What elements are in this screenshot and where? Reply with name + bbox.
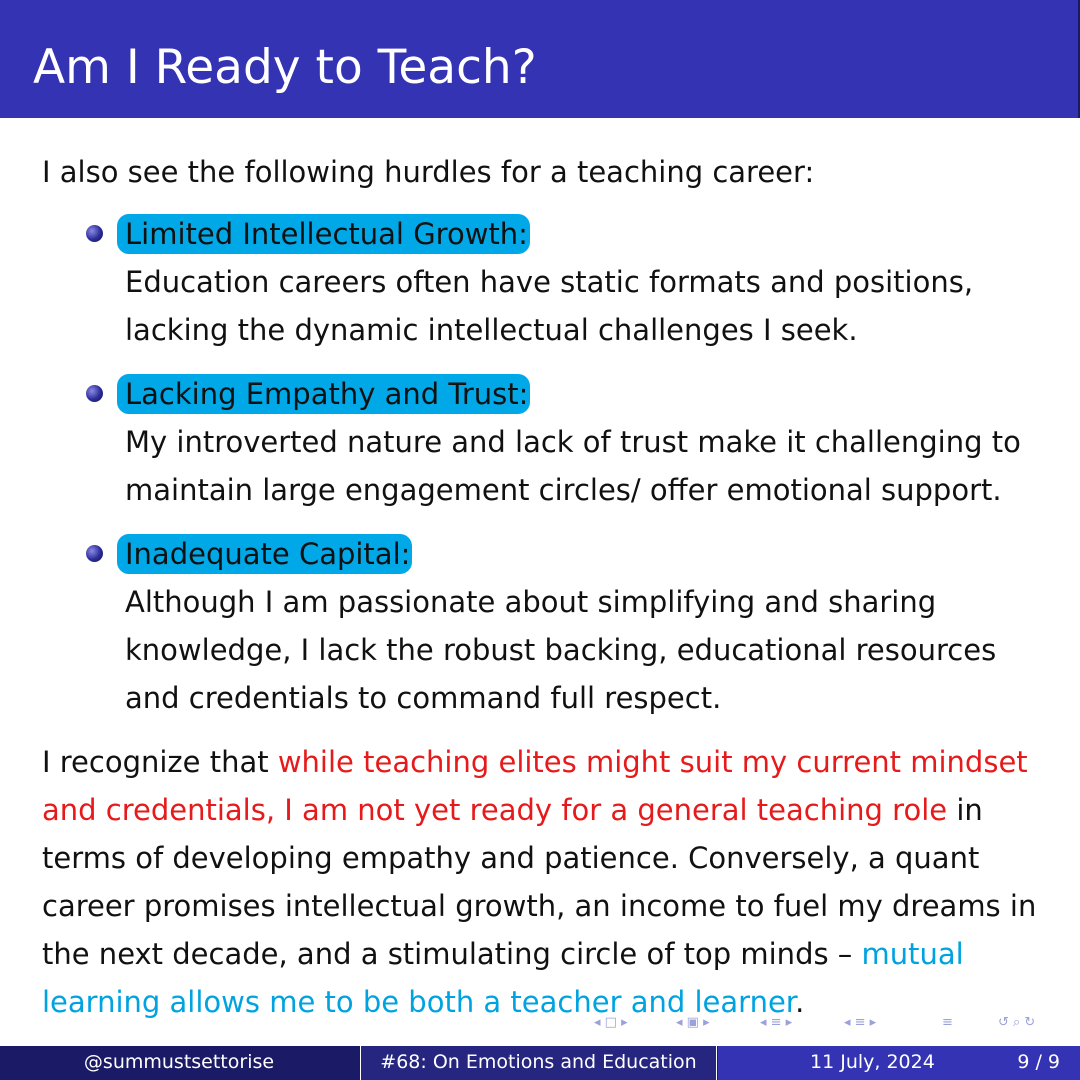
item-heading: Inadequate Capital: bbox=[117, 534, 413, 574]
appendix-icon[interactable]: ≡ bbox=[942, 1015, 953, 1030]
title-bar: Am I Ready to Teach? bbox=[0, 0, 1080, 118]
frame-icon[interactable]: ◂ ▣ ▸ bbox=[676, 1015, 710, 1030]
item-heading: Limited Intellectual Growth: bbox=[117, 214, 530, 254]
footer-date: 11 July, 2024 bbox=[810, 1051, 935, 1073]
footer-date-page: 11 July, 2024 9 / 9 bbox=[718, 1046, 1080, 1080]
bullet-icon bbox=[86, 545, 103, 562]
slide-content: I also see the following hurdles for a t… bbox=[42, 148, 1052, 1026]
list-item: Limited Intellectual Growth: Education c… bbox=[42, 210, 1052, 354]
page-number: 9 / 9 bbox=[1017, 1051, 1060, 1073]
footer-author: @summustsettorise bbox=[0, 1046, 358, 1080]
conclusion-paragraph: I recognize that while teaching elites m… bbox=[42, 745, 1037, 1019]
intro-text: I also see the following hurdles for a t… bbox=[42, 155, 815, 189]
item-heading: Lacking Empathy and Trust: bbox=[117, 374, 531, 414]
footer-bar: @summustsettorise #68: On Emotions and E… bbox=[0, 1046, 1080, 1080]
subsection-icon[interactable]: ◂ ≡ ▸ bbox=[844, 1015, 876, 1030]
item-description: Although I am passionate about simplifyi… bbox=[125, 585, 997, 715]
list-item: Lacking Empathy and Trust: My introverte… bbox=[42, 370, 1052, 514]
section-icon[interactable]: ◂ ≡ ▸ bbox=[760, 1015, 792, 1030]
footer-talk-title: #68: On Emotions and Education bbox=[360, 1046, 717, 1080]
item-description: My introverted nature and lack of trust … bbox=[125, 425, 1021, 507]
item-description: Education careers often have static form… bbox=[125, 265, 974, 347]
bullet-icon bbox=[86, 225, 103, 242]
slide-title: Am I Ready to Teach? bbox=[33, 40, 537, 95]
beamer-navigation-bar: ◂ □ ▸ ◂ ▣ ▸ ◂ ≡ ▸ ◂ ≡ ▸ ≡ ↺ ⌕ ↻ bbox=[594, 1015, 1070, 1033]
bullet-icon bbox=[86, 385, 103, 402]
search-icon[interactable]: ↺ ⌕ ↻ bbox=[998, 1015, 1035, 1030]
first-slide-icon[interactable]: ◂ □ ▸ bbox=[594, 1015, 628, 1030]
list-item: Inadequate Capital: Although I am passio… bbox=[42, 530, 1052, 722]
hurdle-list: Limited Intellectual Growth: Education c… bbox=[42, 210, 1052, 722]
